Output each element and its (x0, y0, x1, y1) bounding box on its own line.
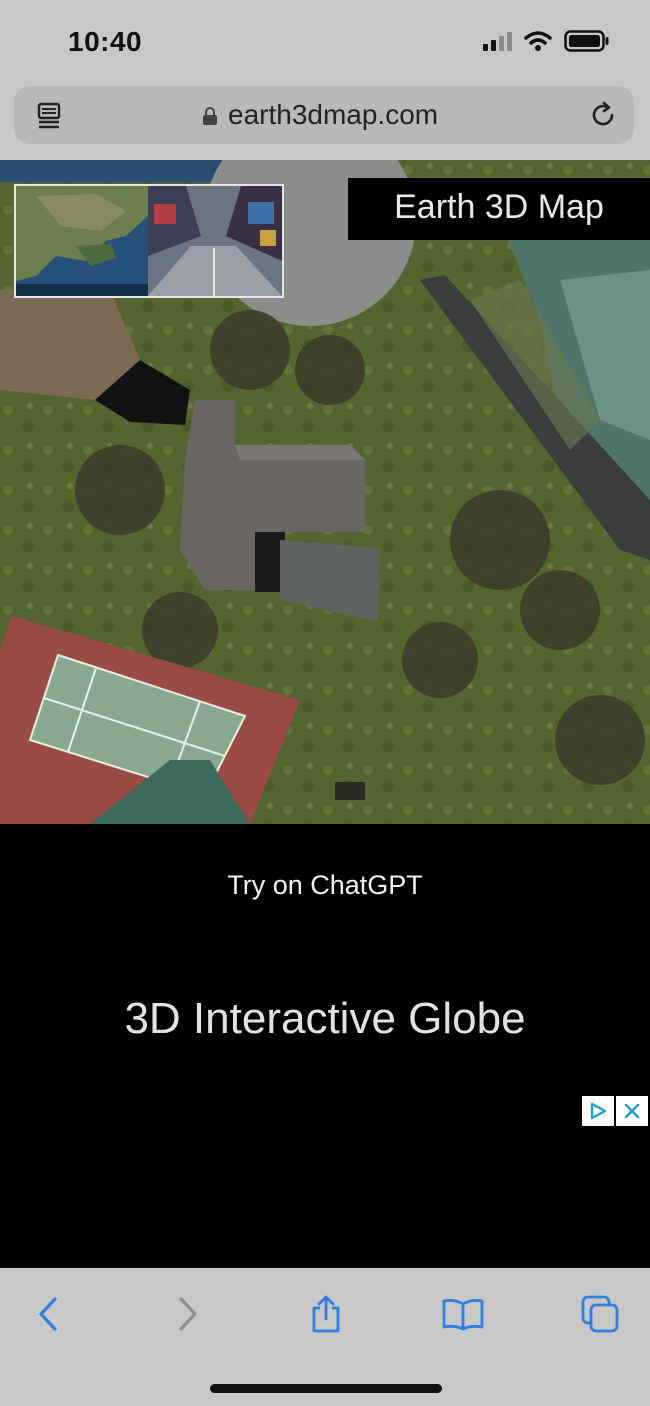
browser-address-area: earth3dmap.com (0, 82, 650, 160)
chevron-right-icon (179, 1297, 197, 1331)
home-indicator[interactable] (210, 1384, 442, 1393)
brand-header: Earth 3D Map (348, 178, 650, 240)
chevron-left-icon (39, 1297, 57, 1331)
wifi-icon (524, 31, 552, 51)
map-preview-thumbnail[interactable] (14, 184, 284, 298)
close-icon[interactable] (616, 1096, 648, 1126)
tabs-icon (581, 1295, 619, 1333)
cellular-signal-icon (483, 31, 512, 51)
brand-title: Earth 3D Map (394, 188, 604, 226)
status-time: 10:40 (68, 26, 143, 57)
url-text[interactable]: earth3dmap.com (228, 99, 438, 131)
share-button[interactable] (304, 1294, 348, 1334)
tabs-button[interactable] (578, 1294, 622, 1334)
lock-icon (203, 107, 217, 125)
page-content: Try on ChatGPT 3D Interactive Globe (0, 824, 650, 1268)
share-icon (312, 1295, 340, 1333)
browser-toolbar (0, 1268, 650, 1406)
try-on-chatgpt-link[interactable]: Try on ChatGPT (0, 870, 650, 901)
status-bar: 10:40 (0, 0, 650, 82)
battery-icon (564, 30, 609, 52)
book-icon (442, 1299, 484, 1331)
back-button[interactable] (28, 1294, 68, 1334)
adchoices-icon[interactable] (582, 1096, 614, 1126)
forward-button[interactable] (168, 1294, 208, 1334)
ad-badge (580, 1096, 648, 1126)
address-bar[interactable]: earth3dmap.com (14, 86, 634, 144)
reader-mode-icon[interactable] (36, 102, 62, 130)
status-icons (483, 30, 610, 52)
reload-icon[interactable] (588, 100, 618, 130)
globe-heading: 3D Interactive Globe (124, 994, 526, 1043)
bookmarks-button[interactable] (440, 1294, 486, 1334)
satellite-map-view[interactable]: Earth 3D Map (0, 160, 650, 824)
